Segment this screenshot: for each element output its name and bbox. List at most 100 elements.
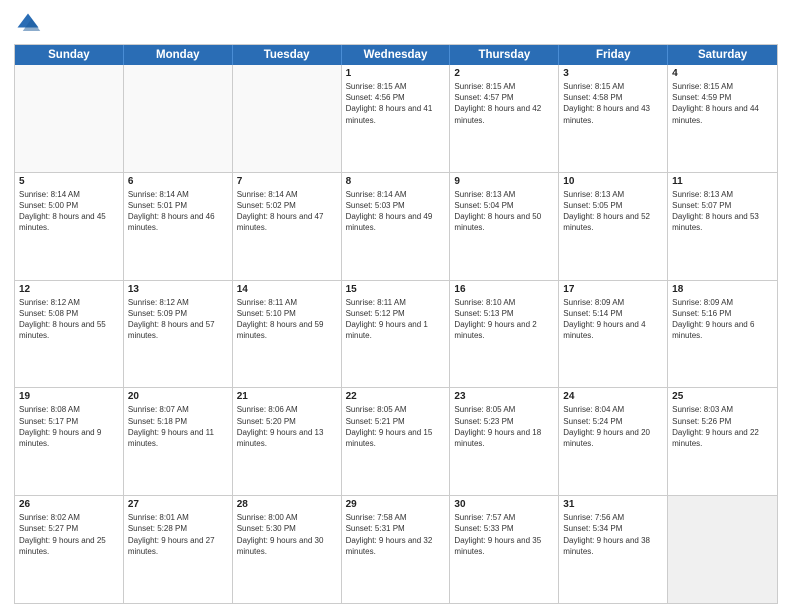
- day-info: Sunrise: 8:11 AM Sunset: 5:12 PM Dayligh…: [346, 297, 446, 342]
- day-info: Sunrise: 8:15 AM Sunset: 4:59 PM Dayligh…: [672, 81, 773, 126]
- day-info: Sunrise: 8:11 AM Sunset: 5:10 PM Dayligh…: [237, 297, 337, 342]
- day-cell: [124, 65, 233, 172]
- day-cell: 27 Sunrise: 8:01 AM Sunset: 5:28 PM Dayli…: [124, 496, 233, 603]
- day-cell: 12Sunrise: 8:12 AM Sunset: 5:08 PM Dayli…: [15, 281, 124, 388]
- day-header-monday: Monday: [124, 45, 233, 65]
- day-number: 2: [454, 68, 554, 79]
- day-number: 17: [563, 284, 663, 295]
- logo-icon: [14, 10, 42, 38]
- week-row-3: 12Sunrise: 8:12 AM Sunset: 5:08 PM Dayli…: [15, 280, 777, 388]
- day-number: 25: [672, 391, 773, 402]
- day-cell: 7 Sunrise: 8:14 AM Sunset: 5:02 PM Daylig…: [233, 173, 342, 280]
- day-cell: 30 Sunrise: 7:57 AM Sunset: 5:33 PM Dayli…: [450, 496, 559, 603]
- day-number: 20: [128, 391, 228, 402]
- day-cell: 29Sunrise: 7:58 AM Sunset: 5:31 PM Dayli…: [342, 496, 451, 603]
- day-number: 3: [563, 68, 663, 79]
- day-info: Sunrise: 8:10 AM Sunset: 5:13 PM Dayligh…: [454, 297, 554, 342]
- day-number: 21: [237, 391, 337, 402]
- day-info: Sunrise: 8:13 AM Sunset: 5:05 PM Dayligh…: [563, 189, 663, 234]
- day-number: 24: [563, 391, 663, 402]
- day-info: Sunrise: 8:14 AM Sunset: 5:00 PM Dayligh…: [19, 189, 119, 234]
- day-cell: 3 Sunrise: 8:15 AM Sunset: 4:58 PM Daylig…: [559, 65, 668, 172]
- day-number: 31: [563, 499, 663, 510]
- day-number: 4: [672, 68, 773, 79]
- day-info: Sunrise: 8:02 AM Sunset: 5:27 PM Dayligh…: [19, 512, 119, 557]
- day-cell: 23 Sunrise: 8:05 AM Sunset: 5:23 PM Dayli…: [450, 388, 559, 495]
- day-info: Sunrise: 8:15 AM Sunset: 4:57 PM Dayligh…: [454, 81, 554, 126]
- day-number: 10: [563, 176, 663, 187]
- day-cell: 24 Sunrise: 8:04 AM Sunset: 5:24 PM Dayli…: [559, 388, 668, 495]
- day-cell: 20 Sunrise: 8:07 AM Sunset: 5:18 PM Dayli…: [124, 388, 233, 495]
- day-number: 18: [672, 284, 773, 295]
- day-number: 11: [672, 176, 773, 187]
- day-cell: 6Sunrise: 8:14 AM Sunset: 5:01 PM Daylig…: [124, 173, 233, 280]
- day-info: Sunrise: 8:04 AM Sunset: 5:24 PM Dayligh…: [563, 404, 663, 449]
- day-headers-row: SundayMondayTuesdayWednesdayThursdayFrid…: [15, 45, 777, 65]
- day-cell: 15 Sunrise: 8:11 AM Sunset: 5:12 PM Dayli…: [342, 281, 451, 388]
- day-number: 5: [19, 176, 119, 187]
- day-cell: 14 Sunrise: 8:11 AM Sunset: 5:10 PM Dayli…: [233, 281, 342, 388]
- day-cell: 25 Sunrise: 8:03 AM Sunset: 5:26 PM Dayli…: [668, 388, 777, 495]
- day-number: 13: [128, 284, 228, 295]
- day-number: 16: [454, 284, 554, 295]
- day-cell: 1Sunrise: 8:15 AM Sunset: 4:56 PM Daylig…: [342, 65, 451, 172]
- day-info: Sunrise: 8:13 AM Sunset: 5:04 PM Dayligh…: [454, 189, 554, 234]
- day-info: Sunrise: 8:05 AM Sunset: 5:21 PM Dayligh…: [346, 404, 446, 449]
- day-cell: 18 Sunrise: 8:09 AM Sunset: 5:16 PM Dayli…: [668, 281, 777, 388]
- day-cell: 2 Sunrise: 8:15 AM Sunset: 4:57 PM Daylig…: [450, 65, 559, 172]
- day-cell: [233, 65, 342, 172]
- day-cell: 26 Sunrise: 8:02 AM Sunset: 5:27 PM Dayli…: [15, 496, 124, 603]
- week-row-4: 19Sunrise: 8:08 AM Sunset: 5:17 PM Dayli…: [15, 387, 777, 495]
- day-cell: 17 Sunrise: 8:09 AM Sunset: 5:14 PM Dayli…: [559, 281, 668, 388]
- day-number: 26: [19, 499, 119, 510]
- day-cell: 11 Sunrise: 8:13 AM Sunset: 5:07 PM Dayli…: [668, 173, 777, 280]
- day-header-wednesday: Wednesday: [342, 45, 451, 65]
- day-info: Sunrise: 8:14 AM Sunset: 5:02 PM Dayligh…: [237, 189, 337, 234]
- day-info: Sunrise: 8:13 AM Sunset: 5:07 PM Dayligh…: [672, 189, 773, 234]
- day-number: 30: [454, 499, 554, 510]
- day-number: 14: [237, 284, 337, 295]
- weeks-container: 1Sunrise: 8:15 AM Sunset: 4:56 PM Daylig…: [15, 65, 777, 603]
- day-cell: 13 Sunrise: 8:12 AM Sunset: 5:09 PM Dayli…: [124, 281, 233, 388]
- day-cell: [15, 65, 124, 172]
- day-number: 7: [237, 176, 337, 187]
- day-number: 23: [454, 391, 554, 402]
- day-cell: 22 Sunrise: 8:05 AM Sunset: 5:21 PM Dayli…: [342, 388, 451, 495]
- day-cell: 8Sunrise: 8:14 AM Sunset: 5:03 PM Daylig…: [342, 173, 451, 280]
- day-info: Sunrise: 8:12 AM Sunset: 5:08 PM Dayligh…: [19, 297, 119, 342]
- day-number: 22: [346, 391, 446, 402]
- day-info: Sunrise: 8:15 AM Sunset: 4:58 PM Dayligh…: [563, 81, 663, 126]
- day-info: Sunrise: 8:08 AM Sunset: 5:17 PM Dayligh…: [19, 404, 119, 449]
- day-info: Sunrise: 8:01 AM Sunset: 5:28 PM Dayligh…: [128, 512, 228, 557]
- day-info: Sunrise: 8:12 AM Sunset: 5:09 PM Dayligh…: [128, 297, 228, 342]
- day-info: Sunrise: 8:09 AM Sunset: 5:14 PM Dayligh…: [563, 297, 663, 342]
- day-header-saturday: Saturday: [668, 45, 777, 65]
- day-cell: 10 Sunrise: 8:13 AM Sunset: 5:05 PM Dayli…: [559, 173, 668, 280]
- day-number: 28: [237, 499, 337, 510]
- day-cell: 9 Sunrise: 8:13 AM Sunset: 5:04 PM Daylig…: [450, 173, 559, 280]
- day-header-tuesday: Tuesday: [233, 45, 342, 65]
- day-info: Sunrise: 7:56 AM Sunset: 5:34 PM Dayligh…: [563, 512, 663, 557]
- day-info: Sunrise: 8:09 AM Sunset: 5:16 PM Dayligh…: [672, 297, 773, 342]
- day-info: Sunrise: 8:00 AM Sunset: 5:30 PM Dayligh…: [237, 512, 337, 557]
- day-number: 27: [128, 499, 228, 510]
- day-cell: 28 Sunrise: 8:00 AM Sunset: 5:30 PM Dayli…: [233, 496, 342, 603]
- logo: [14, 10, 46, 38]
- week-row-5: 26 Sunrise: 8:02 AM Sunset: 5:27 PM Dayli…: [15, 495, 777, 603]
- day-number: 15: [346, 284, 446, 295]
- day-cell: 16 Sunrise: 8:10 AM Sunset: 5:13 PM Dayli…: [450, 281, 559, 388]
- day-number: 9: [454, 176, 554, 187]
- calendar: SundayMondayTuesdayWednesdayThursdayFrid…: [14, 44, 778, 604]
- week-row-1: 1Sunrise: 8:15 AM Sunset: 4:56 PM Daylig…: [15, 65, 777, 172]
- day-info: Sunrise: 7:57 AM Sunset: 5:33 PM Dayligh…: [454, 512, 554, 557]
- day-info: Sunrise: 8:07 AM Sunset: 5:18 PM Dayligh…: [128, 404, 228, 449]
- day-cell: [668, 496, 777, 603]
- day-info: Sunrise: 8:03 AM Sunset: 5:26 PM Dayligh…: [672, 404, 773, 449]
- day-cell: 31 Sunrise: 7:56 AM Sunset: 5:34 PM Dayli…: [559, 496, 668, 603]
- day-header-friday: Friday: [559, 45, 668, 65]
- day-header-thursday: Thursday: [450, 45, 559, 65]
- day-info: Sunrise: 7:58 AM Sunset: 5:31 PM Dayligh…: [346, 512, 446, 557]
- day-info: Sunrise: 8:05 AM Sunset: 5:23 PM Dayligh…: [454, 404, 554, 449]
- page-header: [14, 10, 778, 38]
- day-cell: 21Sunrise: 8:06 AM Sunset: 5:20 PM Dayli…: [233, 388, 342, 495]
